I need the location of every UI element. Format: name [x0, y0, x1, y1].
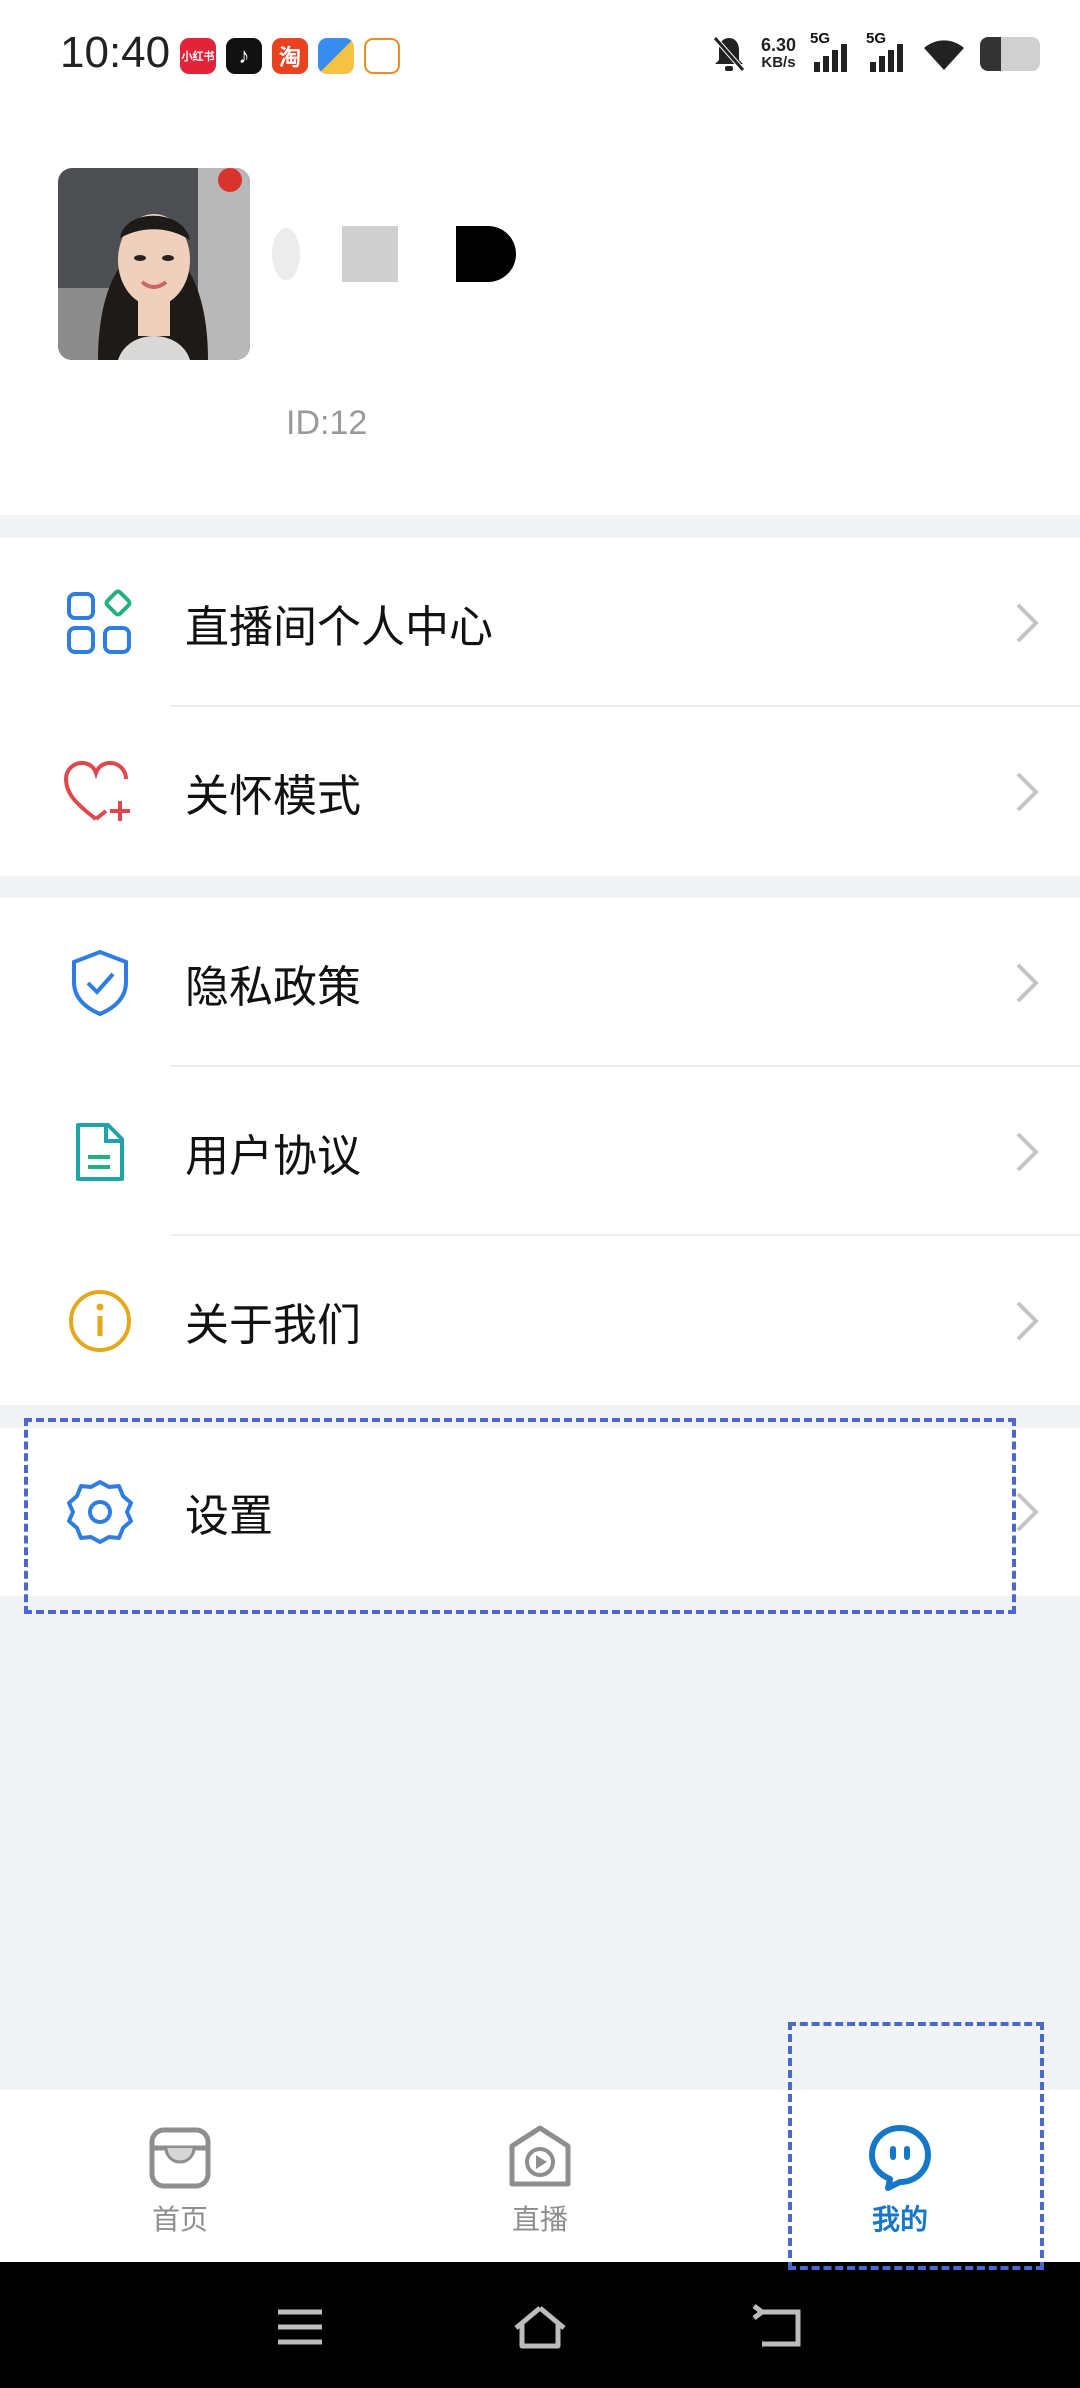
net-speed-unit: KB/s	[761, 54, 796, 71]
back-icon[interactable]	[750, 2302, 810, 2352]
menu-item-user-agreement[interactable]: 用户协议	[0, 1067, 1080, 1236]
menu-item-care-mode[interactable]: 关怀模式	[0, 707, 1080, 876]
chevron-right-icon	[1016, 603, 1039, 642]
highlight-settings-box	[24, 1418, 1016, 1614]
avatar[interactable]	[58, 168, 250, 360]
menu-label: 直播间个人中心	[185, 601, 493, 653]
douyin-app-icon: ♪	[226, 38, 262, 74]
home-outline-icon[interactable]	[510, 2302, 570, 2352]
chat-app-icon	[364, 38, 400, 74]
menu-item-privacy-policy[interactable]: 隐私政策	[0, 898, 1080, 1067]
highlight-mine-tab-box	[788, 2022, 1044, 2270]
menu-label: 关于我们	[185, 1299, 361, 1351]
info-icon	[62, 1283, 138, 1359]
menu-item-about-us[interactable]: 关于我们	[0, 1236, 1080, 1405]
live-play-icon	[509, 2125, 571, 2187]
menu-label: 用户协议	[185, 1130, 361, 1182]
home-icon	[149, 2127, 211, 2189]
menu-icon[interactable]	[270, 2302, 330, 2352]
tab-live[interactable]: 直播	[440, 2090, 640, 2262]
tab-label: 直播	[511, 2203, 568, 2236]
signal-5g-2-icon: 5G	[866, 30, 908, 74]
signal-5g-1-icon: 5G	[810, 30, 852, 74]
bell-muted-icon	[713, 36, 745, 72]
tab-home[interactable]: 首页	[80, 2090, 280, 2262]
menu-group-1: 直播间个人中心 关怀模式	[0, 538, 1080, 876]
chevron-right-icon	[1016, 1132, 1039, 1171]
status-right-icons: 6.30 KB/s 5G 5G	[711, 30, 1040, 74]
menu-label: 隐私政策	[185, 961, 361, 1013]
username-redacted	[266, 218, 516, 290]
chevron-right-icon	[1016, 1492, 1039, 1532]
chevron-right-icon	[1016, 1301, 1039, 1340]
status-time: 10:40	[60, 28, 171, 77]
notification-icons: 小红书 ♪ 淘	[180, 38, 400, 74]
taobao-app-icon: 淘	[272, 38, 308, 74]
system-nav-bar	[0, 2262, 1080, 2388]
menu-item-live-center[interactable]: 直播间个人中心	[0, 538, 1080, 707]
net-speed: 6.30 KB/s	[761, 36, 796, 72]
battery-icon	[980, 37, 1040, 71]
menu-group-2: 隐私政策 用户协议 关于我们	[0, 898, 1080, 1405]
user-id: ID:12	[286, 404, 368, 442]
net-speed-value: 6.30	[760, 35, 796, 55]
document-icon	[62, 1114, 138, 1190]
tab-label: 首页	[151, 2203, 208, 2236]
signal-1-label: 5G	[810, 30, 831, 47]
apps-grid-icon	[62, 585, 138, 661]
status-bar: 10:40 小红书 ♪ 淘 6.30 KB/s 5G 5G	[0, 0, 1080, 120]
xiaohongshu-app-icon: 小红书	[180, 38, 216, 74]
chevron-right-icon	[1016, 963, 1039, 1002]
wifi-icon	[924, 40, 964, 70]
files-app-icon	[318, 38, 354, 74]
shield-check-icon	[62, 945, 138, 1021]
signal-2-label: 5G	[866, 30, 887, 47]
menu-label: 关怀模式	[185, 770, 361, 822]
battery-fill	[980, 37, 1001, 71]
heart-plus-icon	[62, 754, 138, 830]
chevron-right-icon	[1016, 772, 1039, 811]
